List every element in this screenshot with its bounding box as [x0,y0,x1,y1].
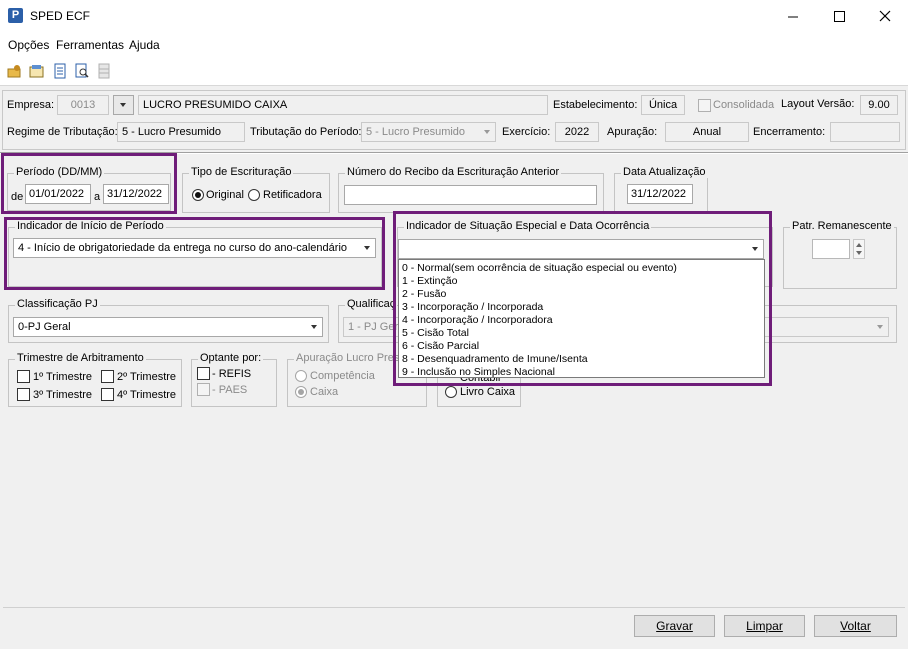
trib-periodo-select: 5 - Lucro Presumido [361,122,496,142]
apuracao-label: Apuração: [607,126,658,138]
app-icon: P [8,8,23,23]
trimestre-4-checkbox[interactable] [101,388,114,401]
disabled-grid-icon [96,63,112,79]
layout-label: Layout Versão: [781,98,855,110]
trimestre-1-checkbox[interactable] [17,370,30,383]
trimestre-2-label: 2º Trimestre [117,371,177,383]
consolidada-checkbox [698,99,711,112]
caixa-radio [295,386,307,398]
patr-remanescente-input[interactable] [812,239,850,259]
original-radio[interactable] [192,189,204,201]
livro-caixa-radio[interactable] [445,386,457,398]
menu-ferramentas[interactable]: Ferramentas [56,38,124,52]
empresa-code: 0013 [57,95,109,115]
empresa-label: Empresa: [7,99,55,111]
encerramento-value [830,122,900,142]
classificacao-title: Classificação PJ [15,298,100,310]
inicio-periodo-highlight [4,217,385,290]
original-label[interactable]: Original [206,189,244,201]
gravar-button[interactable]: Gravar [634,615,715,637]
trib-periodo-label: Tributação do Período: [250,126,362,138]
recibo-input[interactable] [344,185,597,205]
recibo-title: Número do Recibo da Escrituração Anterio… [345,166,562,178]
data-atualizacao-title: Data Atualização [621,166,708,178]
exercicio-label: Exercício: [502,126,551,138]
window-title: SPED ECF [30,9,91,23]
qualificacao-title: Qualificaç [345,298,398,310]
classificacao-select[interactable]: 0-PJ Geral [13,317,323,337]
document-icon[interactable] [52,63,68,79]
trimestre-4-label: 4º Trimestre [117,389,177,401]
data-atualizacao-input[interactable]: 31/12/2022 [627,184,693,204]
trimestre-2-checkbox[interactable] [101,370,114,383]
exercicio-value: 2022 [555,122,599,142]
refis-checkbox[interactable] [197,367,210,380]
caixa-label: Caixa [310,386,339,398]
open-folder-icon[interactable] [7,63,23,79]
search-document-icon[interactable] [74,63,90,79]
menu-opcoes[interactable]: Opções [8,38,49,52]
retificadora-label[interactable]: Retificadora [263,189,322,201]
refis-label: - REFIS [212,368,252,380]
trimestre-1-label: 1º Trimestre [33,371,93,383]
situacao-especial-highlight [393,211,772,386]
content-spacer [3,410,905,608]
voltar-button[interactable]: Voltar [814,615,897,637]
optante-title: Optante por: [198,352,264,364]
trimestre-3-label: 3º Trimestre [33,389,93,401]
paes-label: - PAES [212,384,248,396]
consolidada-label: Consolidada [713,99,775,111]
estabelecimento-value: Única [641,95,685,115]
patr-remanescente-title: Patr. Remanescente [790,220,894,232]
minimize-icon[interactable] [770,0,816,32]
toolbar [0,58,908,86]
limpar-button[interactable]: Limpar [724,615,805,637]
properties-icon[interactable] [29,63,45,79]
menu-ajuda[interactable]: Ajuda [129,38,160,52]
empresa-dropdown-button[interactable] [113,95,134,115]
regime-label: Regime de Tributação: [7,126,118,138]
escrituracao-title: Tipo de Escrituração [189,166,294,178]
patr-remanescente-spinner[interactable] [853,239,865,259]
maximize-icon[interactable] [816,0,862,32]
periodo-highlight [1,153,177,214]
regime-value: 5 - Lucro Presumido [117,122,245,142]
competencia-label: Competência [310,370,375,382]
encerramento-label: Encerramento: [753,126,826,138]
trimestre-title: Trimestre de Arbitramento [15,352,146,364]
apuracao-value: Anual [665,122,749,142]
livro-caixa-label[interactable]: Livro Caixa [460,386,515,398]
paes-checkbox [197,383,210,396]
retificadora-radio[interactable] [248,189,260,201]
close-icon[interactable] [862,0,908,32]
empresa-name: LUCRO PRESUMIDO CAIXA [138,95,548,115]
competencia-radio [295,370,307,382]
estabelecimento-label: Estabelecimento: [553,99,638,111]
apuracao-lucro-title: Apuração Lucro Pres [294,352,402,364]
trimestre-3-checkbox[interactable] [17,388,30,401]
layout-value: 9.00 [860,95,898,115]
